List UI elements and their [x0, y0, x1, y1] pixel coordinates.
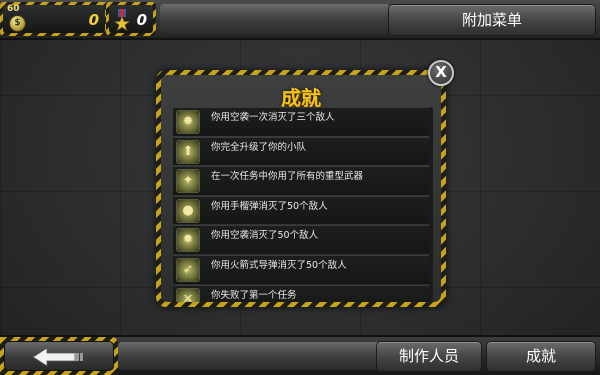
top-pipe-decoration: [160, 4, 390, 34]
medal-counter: 0: [106, 2, 156, 36]
bottom-pipe-decoration: [118, 342, 380, 370]
achievements-button[interactable]: 成就: [486, 341, 596, 372]
upgrade-icon: ⬆: [176, 139, 200, 164]
achievement-row: ⬆ 你完全升级了你的小队: [173, 136, 433, 166]
achievement-text: 你用手榴弹消灭了50个敌人: [211, 200, 328, 212]
achievement-row: ✹ 你用空袭一次消灭了三个敌人: [173, 107, 433, 136]
achievement-list[interactable]: ✹ 你用空袭一次消灭了三个敌人 ⬆ 你完全升级了你的小队 ✦ 在一次任务中你用了…: [173, 107, 433, 302]
achievement-text: 你用火箭式导弹消灭了50个敌人: [211, 259, 347, 271]
airstrike-icon: ✹: [176, 110, 200, 134]
medal-count: 0: [136, 11, 147, 29]
achievement-text: 你失败了第一个任务: [211, 289, 297, 301]
achievement-text: 在一次任务中你用了所有的重型武器: [211, 171, 364, 183]
achievement-row: ➶ 你用火箭式导弹消灭了50个敌人: [173, 254, 433, 284]
achievement-row: ✕ 你失败了第一个任务: [173, 284, 433, 302]
achievement-row: ✦ 在一次任务中你用了所有的重型武器: [173, 166, 433, 195]
rocket-icon: ➶: [176, 257, 200, 282]
back-button-frame: [0, 337, 118, 375]
credits-button[interactable]: 制作人员: [376, 341, 482, 372]
achievement-row: ✹ 你用空袭消灭了50个敌人: [173, 225, 433, 254]
scrollbar[interactable]: [429, 107, 433, 302]
back-button[interactable]: [4, 341, 114, 371]
failed-mission-icon: ✕: [176, 287, 200, 302]
achievements-dialog: 成就 ✹ 你用空袭一次消灭了三个敌人 ⬆ 你完全升级了你的小队 ✦ 在一次任务中…: [156, 70, 446, 307]
close-icon[interactable]: X: [428, 60, 454, 86]
airstrike-icon: ✹: [176, 228, 200, 253]
achievement-text: 你用空袭一次消灭了三个敌人: [211, 112, 335, 123]
coin-counter: 60 $ 0: [0, 2, 108, 36]
coin-count: 0: [88, 11, 99, 29]
heavy-weapons-icon: ✦: [176, 169, 200, 194]
achievement-text: 你用空袭消灭了50个敌人: [211, 230, 319, 242]
level-label: 60: [7, 4, 20, 14]
grenade-icon: ●: [176, 198, 200, 223]
extra-menu-button[interactable]: 附加菜单: [388, 4, 596, 36]
coin-icon: $: [9, 15, 26, 32]
back-arrow-icon: [32, 347, 83, 367]
medal-icon: [114, 9, 130, 31]
achievement-row: ● 你用手榴弹消灭了50个敌人: [173, 195, 433, 225]
achievement-text: 你完全升级了你的小队: [211, 141, 307, 153]
